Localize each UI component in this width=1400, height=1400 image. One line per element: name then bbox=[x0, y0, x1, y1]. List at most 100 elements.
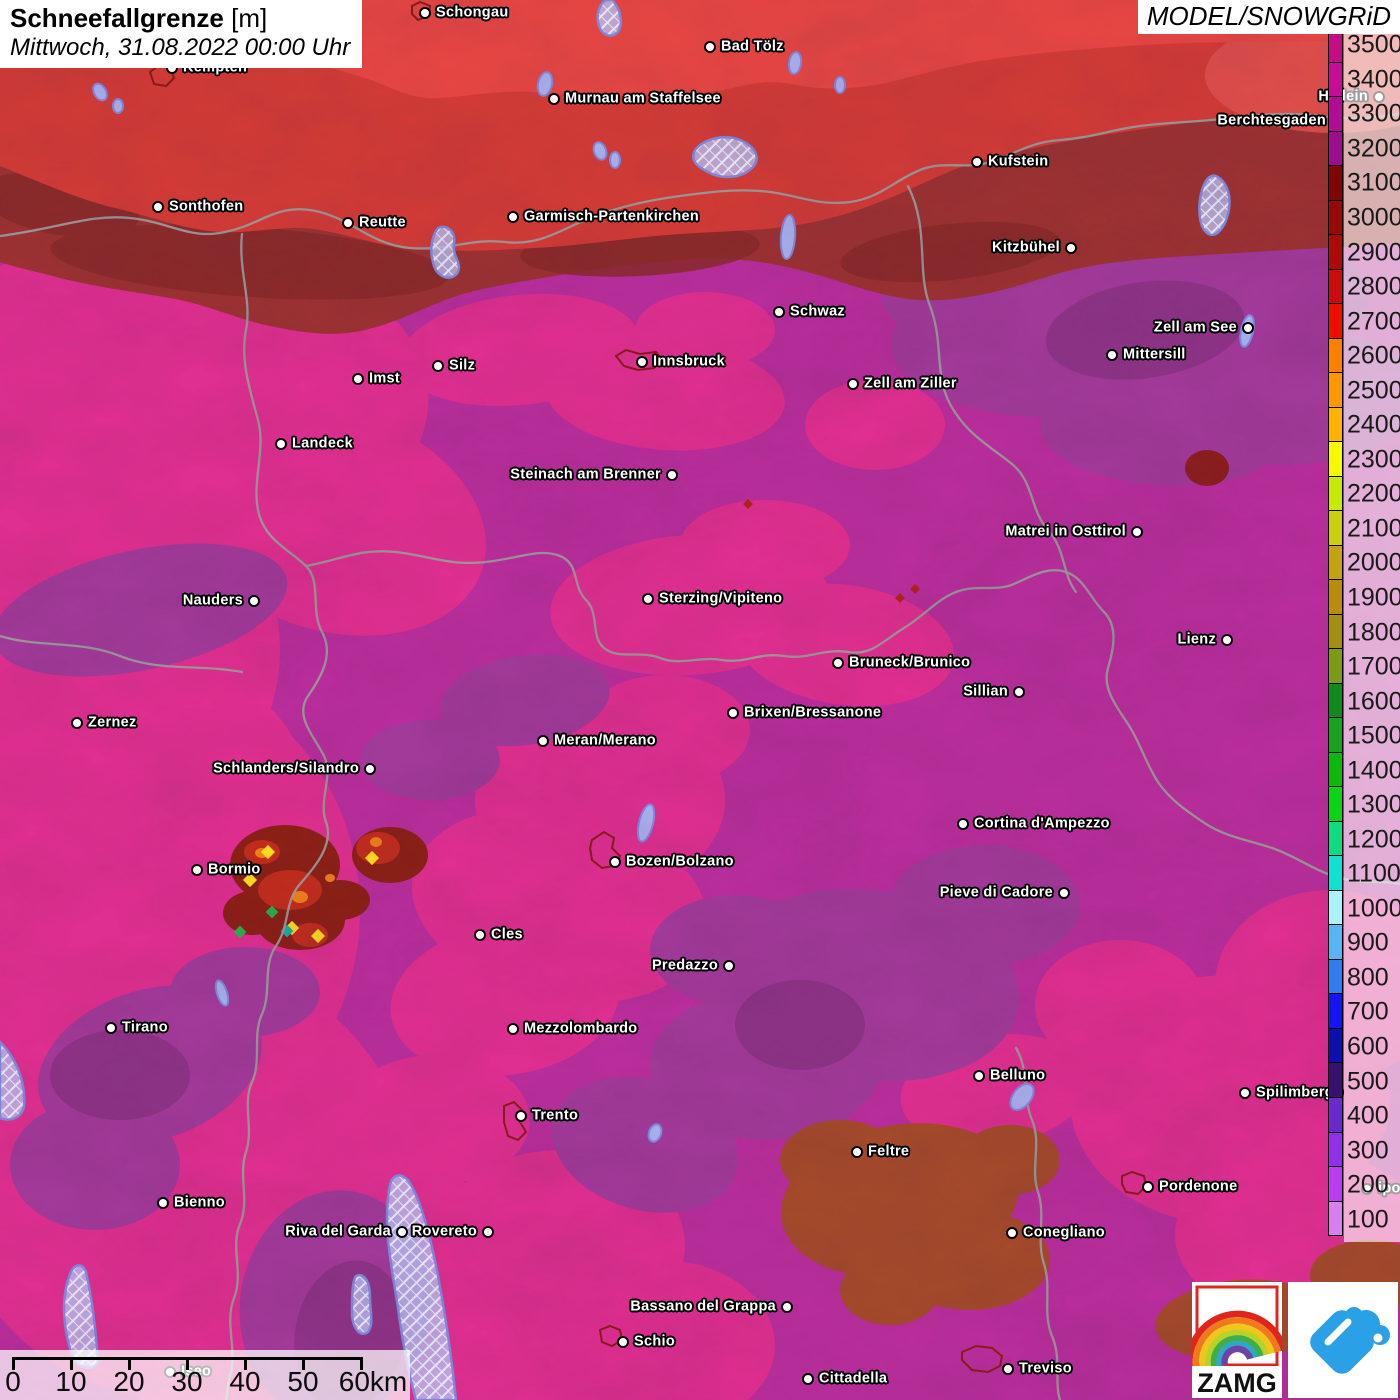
city-dot bbox=[157, 1197, 169, 1209]
model-label: MODEL/SNOWGRiD bbox=[1138, 0, 1400, 34]
city-dot bbox=[1058, 887, 1070, 899]
city-dot bbox=[105, 1022, 117, 1034]
colorbar-segment bbox=[1329, 718, 1342, 753]
colorbar-tick-label: 2900 bbox=[1347, 240, 1400, 265]
city-label: Silz bbox=[449, 357, 475, 373]
colorbar-tick-label: 3400 bbox=[1347, 67, 1400, 92]
colorbar-tick-label: 1900 bbox=[1347, 585, 1400, 610]
city-label: Garmisch-Partenkirchen bbox=[524, 208, 699, 224]
city-dot bbox=[802, 1373, 814, 1385]
city-label: Pieve di Cadore bbox=[940, 884, 1053, 900]
city-label: Pordenone bbox=[1159, 1178, 1237, 1194]
colorbar-segment bbox=[1329, 822, 1342, 857]
scalebar-number: 40 bbox=[229, 1366, 260, 1398]
city-dot bbox=[1006, 1227, 1018, 1239]
colorbar-tick-label: 3300 bbox=[1347, 102, 1400, 127]
valid-datetime: Mittwoch, 31.08.2022 00:00 Uhr bbox=[10, 34, 350, 62]
colorbar-tick-label: 1000 bbox=[1347, 896, 1400, 921]
city-label: Riva del Garda bbox=[285, 1223, 391, 1239]
colorbar-segment bbox=[1329, 615, 1342, 650]
colorbar-segment bbox=[1329, 442, 1342, 477]
city-dot bbox=[851, 1146, 863, 1158]
colorbar-segment bbox=[1329, 787, 1342, 822]
city-dot bbox=[364, 763, 376, 775]
city-dot bbox=[352, 373, 364, 385]
city-label: Schwaz bbox=[790, 303, 845, 319]
page-title: Schneefallgrenze [m] bbox=[10, 3, 350, 34]
colorbar-segment bbox=[1329, 1063, 1342, 1098]
colorbar-tick-label: 1400 bbox=[1347, 758, 1400, 783]
city-dot bbox=[515, 1110, 527, 1122]
colorbar-segment bbox=[1329, 580, 1342, 615]
scalebar-number: 60km bbox=[339, 1366, 407, 1398]
city-label: Nauders bbox=[183, 592, 243, 608]
city-dot bbox=[1131, 526, 1143, 538]
colorbar-tick-label: 2800 bbox=[1347, 275, 1400, 300]
city-label: Cortina d'Ampezzo bbox=[974, 815, 1110, 831]
city-dot bbox=[71, 717, 83, 729]
city-dot bbox=[1013, 686, 1025, 698]
city-label: Schongau bbox=[436, 4, 509, 20]
colorbar-segment bbox=[1329, 477, 1342, 512]
colorbar-segment bbox=[1329, 1098, 1342, 1133]
colorbar-segment bbox=[1329, 1167, 1342, 1202]
scalebar-number: 20 bbox=[113, 1366, 144, 1398]
colorbar-tick-label: 1100 bbox=[1347, 862, 1400, 887]
city-dot bbox=[1239, 1087, 1251, 1099]
city-label: Berchtesgaden bbox=[1217, 112, 1326, 128]
colorbar-segment bbox=[1329, 166, 1342, 201]
zamg-logo: ZAMG bbox=[1192, 1282, 1282, 1398]
colorbar-segment bbox=[1329, 1029, 1342, 1064]
city-label: Zell am Ziller bbox=[864, 375, 957, 391]
city-dot bbox=[537, 735, 549, 747]
colorbar-tick-label: 1800 bbox=[1347, 620, 1400, 645]
colorbar-segment bbox=[1329, 649, 1342, 684]
colorbar-segment bbox=[1329, 753, 1342, 788]
colorbar-tick-label: 2300 bbox=[1347, 447, 1400, 472]
colorbar-tick-label: 3100 bbox=[1347, 171, 1400, 196]
city-dot bbox=[609, 856, 621, 868]
city-label: Bassano del Grappa bbox=[630, 1298, 776, 1314]
colorbar-segment bbox=[1329, 994, 1342, 1029]
colorbar-tick-label: 2500 bbox=[1347, 378, 1400, 403]
city-label: Matrei in Osttirol bbox=[1005, 523, 1126, 539]
scalebar-number: 50 bbox=[287, 1366, 318, 1398]
scalebar-number: 0 bbox=[5, 1366, 21, 1398]
city-dot bbox=[617, 1336, 629, 1348]
city-dot bbox=[704, 41, 716, 53]
city-dot bbox=[191, 864, 203, 876]
colorbar-segment bbox=[1329, 1202, 1342, 1236]
colorbar-segment bbox=[1329, 97, 1342, 132]
colorbar-tick-label: 2000 bbox=[1347, 551, 1400, 576]
city-label: Zernez bbox=[88, 714, 137, 730]
city-dot bbox=[723, 960, 735, 972]
city-label: Steinach am Brenner bbox=[510, 466, 661, 482]
colorbar-tick-label: 1600 bbox=[1347, 689, 1400, 714]
colorbar-segment bbox=[1329, 1133, 1342, 1168]
city-dot bbox=[973, 1070, 985, 1082]
colorbar-tick-label: 1300 bbox=[1347, 793, 1400, 818]
colorbar-segment bbox=[1329, 235, 1342, 270]
city-dot bbox=[275, 438, 287, 450]
city-dot bbox=[548, 93, 560, 105]
city-dot bbox=[507, 1023, 519, 1035]
snowgrid-map-viewport: SchongauBad TölzKemptenMurnau am Staffel… bbox=[0, 0, 1400, 1400]
title-box: Schneefallgrenze [m] Mittwoch, 31.08.202… bbox=[0, 0, 362, 68]
city-dot bbox=[773, 306, 785, 318]
city-label: Schio bbox=[634, 1333, 675, 1349]
city-label: Bormio bbox=[208, 861, 261, 877]
city-label: Mezzolombardo bbox=[524, 1020, 637, 1036]
colorbar-tick-label: 1200 bbox=[1347, 827, 1400, 852]
city-label: Meran/Merano bbox=[554, 732, 656, 748]
city-label: Kufstein bbox=[988, 153, 1048, 169]
city-label: Sillian bbox=[963, 683, 1008, 699]
elevation-colorbar bbox=[1328, 27, 1343, 1236]
colorbar-segment bbox=[1329, 373, 1342, 408]
zamg-logo-text: ZAMG bbox=[1197, 1368, 1276, 1398]
colorbar-tick-label: 1700 bbox=[1347, 655, 1400, 680]
city-dot bbox=[666, 469, 678, 481]
colorbar-segment bbox=[1329, 925, 1342, 960]
city-label: Trento bbox=[532, 1107, 578, 1123]
city-dot bbox=[642, 593, 654, 605]
colorbar-tick-label: 200 bbox=[1347, 1173, 1389, 1198]
